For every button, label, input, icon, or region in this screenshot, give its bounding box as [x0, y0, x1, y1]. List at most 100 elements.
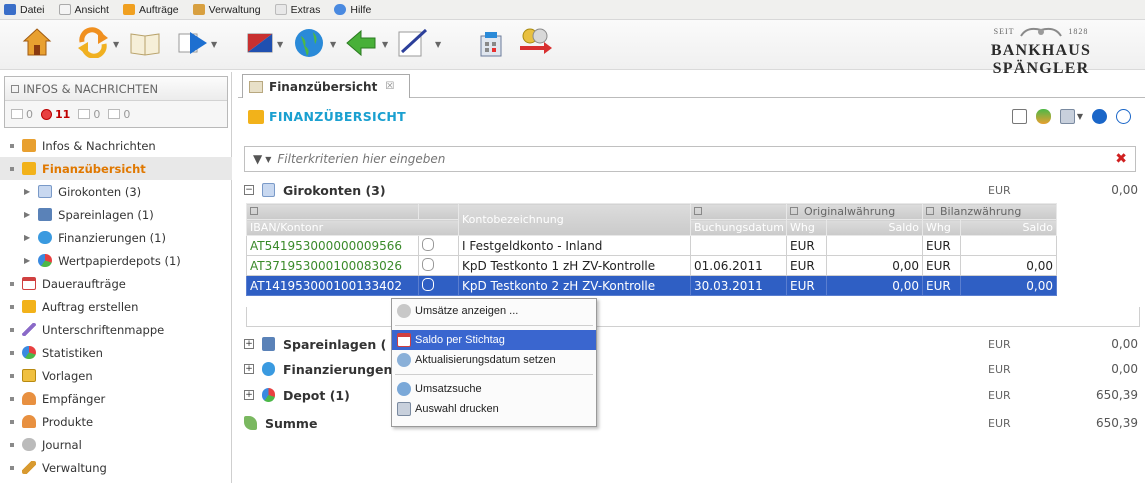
- expand-arrow-icon[interactable]: ▶: [24, 256, 30, 265]
- cell-whg-bilanz: EUR: [922, 275, 962, 296]
- column-menu-icon[interactable]: [250, 207, 258, 215]
- menu-item-aktualisierungsdatum[interactable]: Aktualisierungsdatum setzen: [392, 350, 596, 370]
- page-icon: [58, 4, 71, 15]
- gear-icon: [22, 438, 36, 451]
- calendar-icon: [397, 333, 411, 347]
- section-currency: EUR: [988, 337, 1011, 351]
- menu-item-auswahl-drucken[interactable]: Auswahl drucken: [392, 399, 596, 419]
- flag-icon[interactable]: [245, 26, 275, 58]
- count-transfers[interactable]: 0: [78, 108, 100, 121]
- help-icon[interactable]: [1116, 109, 1131, 124]
- collapse-toggle-icon[interactable]: −: [244, 185, 254, 195]
- filter-input[interactable]: [277, 152, 1058, 166]
- sidebar-item-vorlagen[interactable]: Vorlagen: [0, 364, 232, 387]
- sidebar-item-unterschriftenmappe[interactable]: Unterschriftenmappe: [0, 318, 232, 341]
- forward-dropdown-icon[interactable]: ▼: [211, 40, 217, 49]
- sidebar-item-finanzuebersicht[interactable]: Finanzübersicht: [0, 157, 232, 180]
- filter-funnel-icon[interactable]: ▼: [253, 152, 262, 166]
- table-row[interactable]: AT371953000100083026 KpD Testkonto 1 zH …: [246, 255, 1058, 276]
- back-arrow-dropdown-icon[interactable]: ▼: [382, 40, 388, 49]
- expand-toggle-icon[interactable]: +: [244, 339, 254, 349]
- refresh-dropdown-icon[interactable]: ▼: [113, 40, 119, 49]
- sidebar-item-finanzierungen[interactable]: ▶ Finanzierungen (1): [0, 226, 232, 249]
- sidebar-item-dauerauftraege[interactable]: Daueraufträge: [0, 272, 232, 295]
- filter-dropdown-icon[interactable]: ▼: [265, 155, 271, 164]
- menu-item-saldo-per-stichtag[interactable]: Saldo per Stichtag: [392, 330, 596, 350]
- expand-toggle-icon[interactable]: +: [244, 390, 254, 400]
- column-menu-icon[interactable]: [694, 207, 702, 215]
- count-alerts[interactable]: 11: [41, 108, 70, 121]
- sidebar-item-produkte[interactable]: Produkte: [0, 410, 232, 433]
- table-row[interactable]: AT541953000000009566 I Festgeldkonto - I…: [246, 235, 1058, 256]
- sign-icon[interactable]: [396, 26, 430, 58]
- menu-auftraege[interactable]: Aufträge: [122, 4, 179, 16]
- menu-datei[interactable]: Datei: [4, 4, 45, 16]
- tab-close-icon[interactable]: ☒: [385, 81, 394, 92]
- home-icon[interactable]: [22, 26, 52, 58]
- print-icon[interactable]: [1059, 109, 1075, 124]
- expand-arrow-icon[interactable]: ▶: [24, 210, 30, 219]
- menu-extras[interactable]: Extras: [274, 4, 320, 16]
- globe-icon[interactable]: [292, 26, 326, 58]
- currency-exchange-icon[interactable]: [514, 26, 554, 58]
- expand-all-icon[interactable]: [1011, 109, 1027, 124]
- header-iban[interactable]: IBAN/Kontonr: [246, 219, 459, 236]
- content-toolbar: ▼: [1003, 109, 1131, 124]
- infobox-title: INFOS & NACHRICHTEN: [23, 82, 159, 96]
- bullet: [10, 281, 14, 286]
- tab-finanzuebersicht[interactable]: Finanzübersicht ☒: [242, 74, 410, 98]
- sidebar-item-journal[interactable]: Journal: [0, 433, 232, 456]
- cell-bezeichnung: KpD Testkonto 1 zH ZV-Kontrolle: [458, 255, 691, 276]
- header-buchungsdatum[interactable]: Buchungsdatum: [690, 219, 787, 236]
- header-kontobezeichnung[interactable]: Kontobezeichnung: [458, 203, 691, 236]
- globe-dropdown-icon[interactable]: ▼: [330, 40, 336, 49]
- header-originalwaehrung[interactable]: Originalwährung: [785, 203, 924, 220]
- header-bilanzwaehrung[interactable]: Bilanzwährung: [922, 203, 1058, 220]
- sidebar-item-label: Empfänger: [42, 391, 106, 406]
- back-arrow-icon[interactable]: [344, 26, 378, 58]
- flag-dropdown-icon[interactable]: ▼: [277, 40, 283, 49]
- infobox-header[interactable]: INFOS & NACHRICHTEN: [5, 77, 227, 101]
- cell-owner: [418, 275, 459, 296]
- table-row-selected[interactable]: AT141953000100133402 KpD Testkonto 2 zH …: [246, 275, 1058, 296]
- header-whg-bilanz[interactable]: Whg: [922, 219, 962, 236]
- refresh-icon[interactable]: [1035, 109, 1051, 124]
- count-documents[interactable]: 0: [108, 108, 130, 121]
- refresh-icon[interactable]: [76, 26, 110, 58]
- expand-arrow-icon[interactable]: ▶: [24, 187, 30, 196]
- sidebar-item-auftrag-erstellen[interactable]: Auftrag erstellen: [0, 295, 232, 318]
- sign-dropdown-icon[interactable]: ▼: [435, 40, 441, 49]
- menu-verwaltung[interactable]: Verwaltung: [192, 4, 261, 16]
- calculator-icon[interactable]: [477, 26, 505, 58]
- menu-item-umsaetze-anzeigen[interactable]: Umsätze anzeigen ...: [392, 301, 596, 321]
- forward-icon[interactable]: [176, 26, 210, 58]
- info-icon[interactable]: [1092, 109, 1107, 124]
- cell-datum: [690, 235, 787, 256]
- sidebar-item-spareinlagen[interactable]: ▶ Spareinlagen (1): [0, 203, 232, 226]
- menu-hilfe[interactable]: Hilfe: [334, 4, 371, 16]
- print-dropdown-icon[interactable]: ▼: [1077, 112, 1083, 121]
- owner-icon: [422, 277, 434, 291]
- expand-arrow-icon[interactable]: ▶: [24, 233, 30, 242]
- header-saldo-bilanz[interactable]: Saldo: [960, 219, 1058, 236]
- column-menu-icon[interactable]: [790, 207, 798, 215]
- sidebar-item-empfaenger[interactable]: Empfänger: [0, 387, 232, 410]
- person-icon: [22, 392, 36, 405]
- sidebar-item-infos[interactable]: Infos & Nachrichten: [0, 134, 232, 157]
- sidebar-item-wertpapierdepots[interactable]: ▶ Wertpapierdepots (1): [0, 249, 232, 272]
- column-menu-icon[interactable]: [926, 207, 935, 215]
- collapse-icon[interactable]: [11, 85, 19, 93]
- menu-ansicht[interactable]: Ansicht: [58, 4, 109, 16]
- sidebar-item-girokonten[interactable]: ▶ Girokonten (3): [0, 180, 232, 203]
- header-saldo-original[interactable]: Saldo: [825, 219, 924, 236]
- menu-item-umsatzsuche[interactable]: Umsatzsuche: [392, 379, 596, 399]
- menu-bar: Datei Ansicht Aufträge Verwaltung Extras…: [0, 0, 1145, 20]
- count-messages[interactable]: 0: [11, 108, 33, 121]
- expand-toggle-icon[interactable]: +: [244, 364, 254, 374]
- sidebar-item-statistiken[interactable]: Statistiken: [0, 341, 232, 364]
- book-icon[interactable]: [128, 26, 162, 58]
- sidebar-item-verwaltung[interactable]: Verwaltung: [0, 456, 232, 479]
- header-whg-original[interactable]: Whg: [786, 219, 827, 236]
- bullet: [10, 350, 14, 355]
- clear-filter-icon[interactable]: ✖: [1115, 151, 1127, 167]
